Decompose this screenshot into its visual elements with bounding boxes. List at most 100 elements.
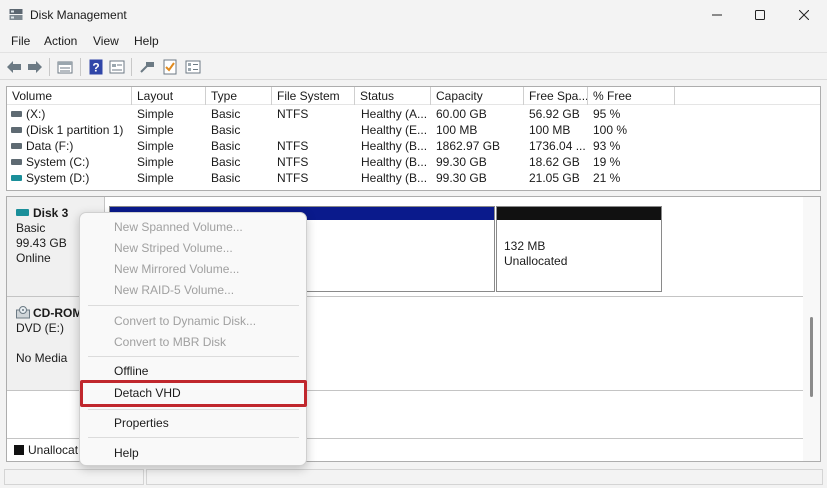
menu-file[interactable]: File <box>11 34 30 48</box>
minimize-icon <box>712 14 722 16</box>
disk-name: Disk 3 <box>33 206 69 220</box>
volume-name: (X:) <box>26 107 46 121</box>
volume-free-space: 100 MB <box>529 123 571 137</box>
help-button[interactable]: ? <box>87 58 105 76</box>
unallocated-partition[interactable]: 132 MB Unallocated <box>496 206 662 292</box>
status-bar-cell <box>4 469 144 485</box>
scrollbar-thumb[interactable] <box>810 317 813 397</box>
volume-percent-free: 93 % <box>593 139 621 153</box>
cd-rom-name: CD-ROM <box>33 306 83 320</box>
column-header-free-space[interactable]: Free Spa... <box>524 87 588 105</box>
menu-item-properties[interactable]: Properties <box>114 416 169 430</box>
forward-arrow-icon <box>28 61 42 73</box>
maximize-icon <box>755 10 765 20</box>
svg-text:?: ? <box>92 61 99 75</box>
drive-icon <box>11 159 22 165</box>
volume-percent-free: 21 % <box>593 171 621 185</box>
menu-help[interactable]: Help <box>134 34 159 48</box>
close-icon <box>799 10 809 20</box>
volume-row[interactable]: (Disk 1 partition 1) Simple Basic Health… <box>7 122 820 138</box>
drive-icon <box>11 111 22 117</box>
disk-list-button[interactable] <box>56 58 74 76</box>
close-button[interactable] <box>781 0 827 30</box>
volume-list[interactable]: Volume Layout Type File System Status Ca… <box>6 86 821 191</box>
menu-item-convert-to-mbr-disk[interactable]: Convert to MBR Disk <box>114 335 226 349</box>
column-header-type[interactable]: Type <box>206 87 272 105</box>
volume-layout: Simple <box>137 139 174 153</box>
menu-separator <box>88 437 299 438</box>
detach-vhd-highlight-box <box>80 380 307 407</box>
connect-button[interactable] <box>138 58 156 76</box>
volume-free-space: 56.92 GB <box>529 107 580 121</box>
connect-icon <box>140 62 154 73</box>
menu-view[interactable]: View <box>93 34 119 48</box>
volume-row[interactable]: Data (F:) Simple Basic NTFS Healthy (B..… <box>7 138 820 154</box>
drive-icon <box>11 143 22 149</box>
menu-item-new-striped-volume[interactable]: New Striped Volume... <box>114 241 233 255</box>
menu-separator <box>88 305 299 306</box>
unallocated-partition-band <box>497 207 661 220</box>
volume-layout: Simple <box>137 123 174 137</box>
column-header-file-system[interactable]: File System <box>272 87 355 105</box>
unallocated-size: 132 MB <box>504 239 546 253</box>
unallocated-label: Unallocated <box>504 254 568 268</box>
menu-item-offline[interactable]: Offline <box>114 364 148 378</box>
volume-capacity: 1862.97 GB <box>436 139 501 153</box>
volume-layout: Simple <box>137 155 174 169</box>
volume-layout: Simple <box>137 107 174 121</box>
volume-file-system: NTFS <box>277 139 309 153</box>
volume-status: Healthy (B... <box>361 155 428 169</box>
menu-bar: File Action View Help <box>0 30 827 52</box>
toolbar: ? <box>0 52 827 80</box>
volume-free-space: 21.05 GB <box>529 171 580 185</box>
column-header-volume[interactable]: Volume <box>7 87 132 105</box>
back-button[interactable] <box>5 58 23 76</box>
volume-free-space: 1736.04 ... <box>529 139 586 153</box>
volume-percent-free: 19 % <box>593 155 621 169</box>
toolbar-separator <box>131 58 132 76</box>
disk-management-icon <box>9 9 23 20</box>
menu-item-new-raid5-volume[interactable]: New RAID-5 Volume... <box>114 283 234 297</box>
volume-name: System (C:) <box>26 155 90 169</box>
status-bar <box>0 466 827 488</box>
volume-row[interactable]: (X:) Simple Basic NTFS Healthy (A... 60.… <box>7 106 820 122</box>
volume-type: Basic <box>211 171 241 185</box>
toolbar-separator <box>49 58 50 76</box>
menu-item-convert-to-dynamic-disk[interactable]: Convert to Dynamic Disk... <box>114 314 256 328</box>
properties-button[interactable] <box>108 58 126 76</box>
maximize-button[interactable] <box>737 0 783 30</box>
volume-row[interactable]: System (C:) Simple Basic NTFS Healthy (B… <box>7 154 820 170</box>
menu-action[interactable]: Action <box>44 34 77 48</box>
volume-name: Data (F:) <box>26 139 74 153</box>
status-bar-cell <box>146 469 823 485</box>
menu-item-new-spanned-volume[interactable]: New Spanned Volume... <box>114 220 243 234</box>
volume-row[interactable]: System (D:) Simple Basic NTFS Healthy (B… <box>7 170 820 186</box>
volume-free-space: 18.62 GB <box>529 155 580 169</box>
context-menu: New Spanned Volume... New Striped Volume… <box>79 212 307 466</box>
menu-separator <box>88 356 299 357</box>
volume-status: Healthy (E... <box>361 123 428 137</box>
volume-file-system: NTFS <box>277 171 309 185</box>
menu-item-new-mirrored-volume[interactable]: New Mirrored Volume... <box>114 262 239 276</box>
forward-button[interactable] <box>26 58 44 76</box>
volume-capacity: 99.30 GB <box>436 155 487 169</box>
volume-status: Healthy (A... <box>361 107 428 121</box>
menu-item-help[interactable]: Help <box>114 446 139 460</box>
column-header-capacity[interactable]: Capacity <box>431 87 524 105</box>
column-header-percent-free[interactable]: % Free <box>588 87 675 105</box>
disk-map-scrollbar[interactable] <box>803 197 820 461</box>
settings-list-button[interactable] <box>184 58 202 76</box>
column-header-status[interactable]: Status <box>355 87 431 105</box>
vhd-drive-icon <box>11 175 22 181</box>
back-arrow-icon <box>7 61 21 73</box>
minimize-button[interactable] <box>694 0 740 30</box>
column-header-layout[interactable]: Layout <box>132 87 206 105</box>
volume-name: System (D:) <box>26 171 90 185</box>
disk-list-icon <box>57 61 73 74</box>
checklist-button[interactable] <box>161 58 179 76</box>
volume-file-system: NTFS <box>277 155 309 169</box>
volume-capacity: 99.30 GB <box>436 171 487 185</box>
volume-file-system: NTFS <box>277 107 309 121</box>
drive-icon <box>11 127 22 133</box>
legend-unallocated-label: Unallocat <box>28 443 79 457</box>
